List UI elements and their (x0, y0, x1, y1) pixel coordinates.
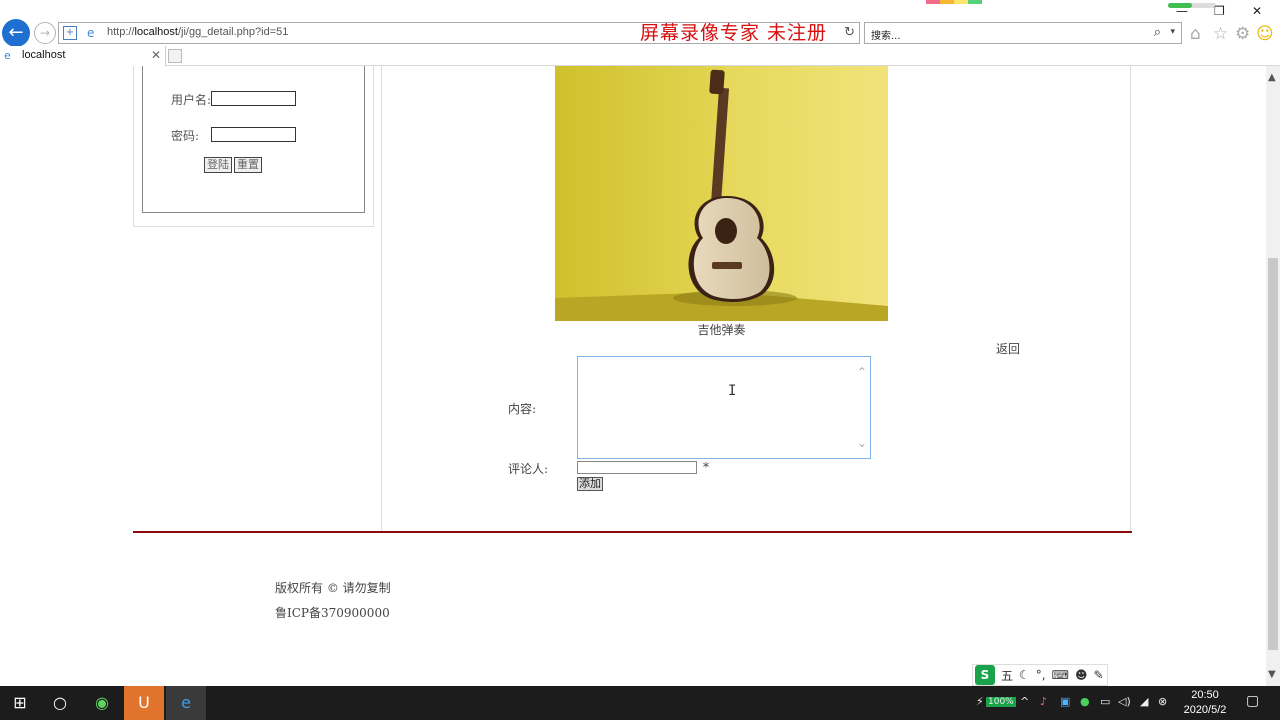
url-path: /ji/gg_detail.php?id=51 (177, 26, 289, 38)
ie-page-icon: e (87, 26, 95, 40)
scroll-down-arrow-icon[interactable]: ▼ (1268, 669, 1276, 680)
arrow-left-icon: ← (8, 22, 24, 43)
back-link[interactable]: 返回 (996, 340, 1020, 357)
close-window-icon[interactable]: ✕ (1252, 4, 1262, 18)
cortana-circle-icon[interactable]: ○ (40, 686, 80, 720)
password-label: 密码: (171, 129, 200, 143)
windows-start-icon[interactable]: ⊞ (0, 686, 40, 720)
search-icon[interactable]: ⌕ (1154, 25, 1161, 40)
footer-icp: 鲁ICP备370900000 (275, 606, 390, 620)
footer-divider (133, 531, 1132, 533)
scroll-down-icon[interactable]: ⌄ (857, 436, 867, 450)
favorites-star-icon[interactable]: ☆ (1213, 24, 1228, 44)
clock-date: 2020/5/2 (1183, 704, 1227, 716)
required-mark: * (703, 460, 709, 474)
restore-icon[interactable]: ❐ (1214, 4, 1225, 18)
wechat-icon[interactable]: ● (1080, 695, 1090, 708)
ime-toolbar: S 五 ☾ °, ⌨ ☻ ✎ (972, 664, 1108, 686)
search-box[interactable]: 搜索... ⌕ ▾ (864, 22, 1182, 44)
chevron-down-icon[interactable]: ▾ (1170, 27, 1175, 37)
login-box: 用户名: 密码: 登陆 重置 (142, 66, 365, 213)
reset-button[interactable]: 重置 (234, 157, 262, 173)
footer-copyright: 版权所有 © 请勿复制 (275, 581, 391, 595)
moon-icon[interactable]: ☾ (1019, 668, 1030, 682)
clock-time: 20:50 (1191, 689, 1219, 701)
guitar-image (555, 66, 888, 321)
tray-app-icon[interactable]: ♪ (1040, 695, 1047, 708)
user-icon[interactable]: ☻ (1075, 668, 1088, 682)
volume-icon[interactable]: ◁) (1118, 695, 1131, 708)
url-host: localhost (134, 26, 178, 38)
punctuation-icon[interactable]: °, (1036, 668, 1046, 682)
article-photo (555, 66, 888, 321)
back-button[interactable]: ← (2, 19, 30, 47)
login-button[interactable]: 登陆 (204, 157, 232, 173)
commenter-input[interactable] (577, 461, 697, 474)
new-tab-button[interactable] (168, 49, 182, 63)
username-input[interactable] (211, 91, 296, 106)
battery-icon[interactable]: ▭ (1100, 695, 1110, 708)
app-green-icon[interactable]: ◉ (82, 686, 122, 720)
color-strip (926, 0, 982, 4)
scrollbar-thumb[interactable] (1268, 258, 1278, 650)
home-icon[interactable]: ⌂ (1190, 24, 1201, 44)
ie-taskbar-icon[interactable]: e (166, 686, 206, 720)
scroll-up-icon[interactable]: ⌃ (857, 365, 867, 379)
forward-button[interactable]: → (34, 22, 56, 44)
keyboard-icon[interactable]: ⌨ (1052, 668, 1069, 682)
tab-localhost[interactable]: e localhost ✕ (0, 46, 166, 66)
url-scheme: http:// (107, 26, 135, 38)
close-circle-icon[interactable]: ⊗ (1158, 695, 1167, 708)
commenter-label: 评论人: (508, 462, 549, 476)
column-divider-left (381, 66, 382, 533)
add-comment-button[interactable]: 添加 (577, 477, 603, 491)
photo-caption: 吉他弹奏 (697, 323, 746, 337)
recorder-watermark: 屏幕录像专家 未注册 (640, 22, 828, 44)
text-cursor-icon: I (728, 383, 737, 399)
username-label: 用户名: (171, 93, 212, 107)
search-input[interactable]: 搜索... (871, 27, 901, 42)
address-url[interactable]: http://localhost/ji/gg_detail.php?id=51 (107, 26, 288, 38)
smiley-feedback-icon[interactable]: ☺ (1256, 24, 1274, 44)
notification-icon[interactable]: ▢ (1246, 693, 1259, 709)
compatibility-icon[interactable]: + (63, 26, 77, 40)
scroll-up-arrow-icon[interactable]: ▲ (1268, 72, 1276, 83)
battery-level[interactable]: 100% (986, 697, 1016, 707)
ime-mode[interactable]: 五 (1001, 667, 1013, 684)
arrow-right-icon: → (39, 26, 51, 40)
gear-icon[interactable]: ⚙ (1235, 24, 1250, 44)
password-input[interactable] (211, 127, 296, 142)
page-scrollbar[interactable]: ▲ ▼ (1266, 66, 1280, 686)
network-icon[interactable]: ◢ (1140, 695, 1148, 708)
minimize-icon[interactable]: — (1176, 4, 1188, 18)
column-divider-right (1130, 66, 1131, 533)
browser-chrome: — ❐ ✕ ← → + e http://localhost/ji/gg_det… (0, 0, 1280, 66)
refresh-icon[interactable]: ↻ (844, 25, 855, 40)
tab-title: localhost (22, 49, 66, 61)
chevron-up-icon[interactable]: ^ (1020, 695, 1029, 708)
page-content: 用户名: 密码: 登陆 重置 吉他弹奏 返回 内容: ⌃ I ⌄ 评论人: * … (0, 66, 1266, 686)
close-tab-icon[interactable]: ✕ (151, 48, 161, 62)
ie-tab-icon: e (4, 49, 11, 62)
wrench-icon[interactable]: ✎ (1093, 668, 1103, 682)
content-label: 内容: (508, 402, 537, 416)
taskbar: ⊞ ○ ◉ U e ⚡ 100% ^ ♪ ▣ ● ▭ ◁) ◢ ⊗ 20:50 … (0, 686, 1280, 720)
power-plug-icon[interactable]: ⚡ (976, 695, 984, 708)
content-textarea[interactable]: ⌃ I ⌄ (577, 356, 871, 459)
system-clock[interactable]: 20:50 2020/5/2 (1176, 688, 1234, 718)
tray-blue-icon[interactable]: ▣ (1060, 695, 1070, 708)
app-u-icon[interactable]: U (124, 686, 164, 720)
sogou-logo-icon[interactable]: S (975, 665, 995, 685)
